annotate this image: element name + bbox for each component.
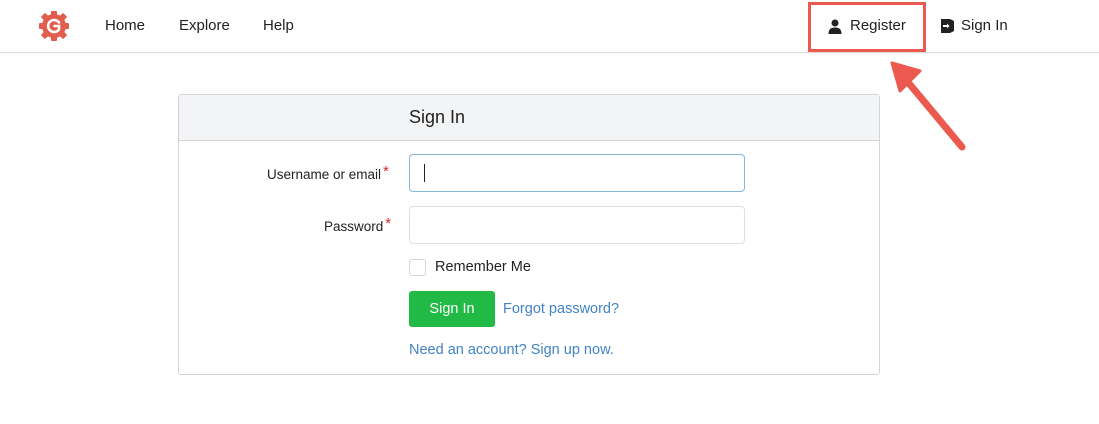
password-input[interactable] — [409, 206, 745, 244]
username-label: Username or email * — [267, 163, 389, 183]
panel-title: Sign In — [409, 107, 466, 127]
sign-in-button[interactable]: Sign In — [409, 291, 495, 327]
username-label-text: Username or email — [267, 167, 382, 182]
annotation-arrow-icon — [890, 61, 966, 151]
panel-header: Sign In — [179, 95, 879, 141]
nav-home-link[interactable]: Home — [105, 17, 145, 35]
username-input[interactable] — [409, 154, 745, 192]
sign-in-panel: Sign In Username or email * Password * Rem… — [178, 94, 880, 375]
password-label-text: Password — [324, 219, 384, 234]
sign-in-door-icon — [941, 19, 954, 33]
sign-up-link[interactable]: Need an account? Sign up now. — [409, 342, 614, 358]
text-caret — [424, 164, 425, 182]
user-icon — [828, 19, 842, 34]
required-mark: * — [383, 163, 389, 180]
nav-register-link[interactable]: Register — [828, 17, 906, 35]
nav-sign-in-link[interactable]: Sign In — [940, 17, 1008, 35]
remember-me-checkbox[interactable] — [409, 259, 426, 276]
top-navbar: Home Explore Help — [0, 0, 1099, 53]
sign-in-nav-label: Sign In — [961, 17, 1008, 34]
password-label: Password * — [324, 215, 392, 235]
forgot-password-link[interactable]: Forgot password? — [503, 301, 619, 317]
gogs-logo-icon[interactable] — [38, 10, 70, 42]
remember-me-label[interactable]: Remember Me — [435, 259, 531, 275]
required-mark: * — [385, 215, 392, 232]
register-label: Register — [850, 17, 906, 34]
nav-explore-link[interactable]: Explore — [179, 17, 230, 35]
nav-help-link[interactable]: Help — [263, 17, 294, 35]
